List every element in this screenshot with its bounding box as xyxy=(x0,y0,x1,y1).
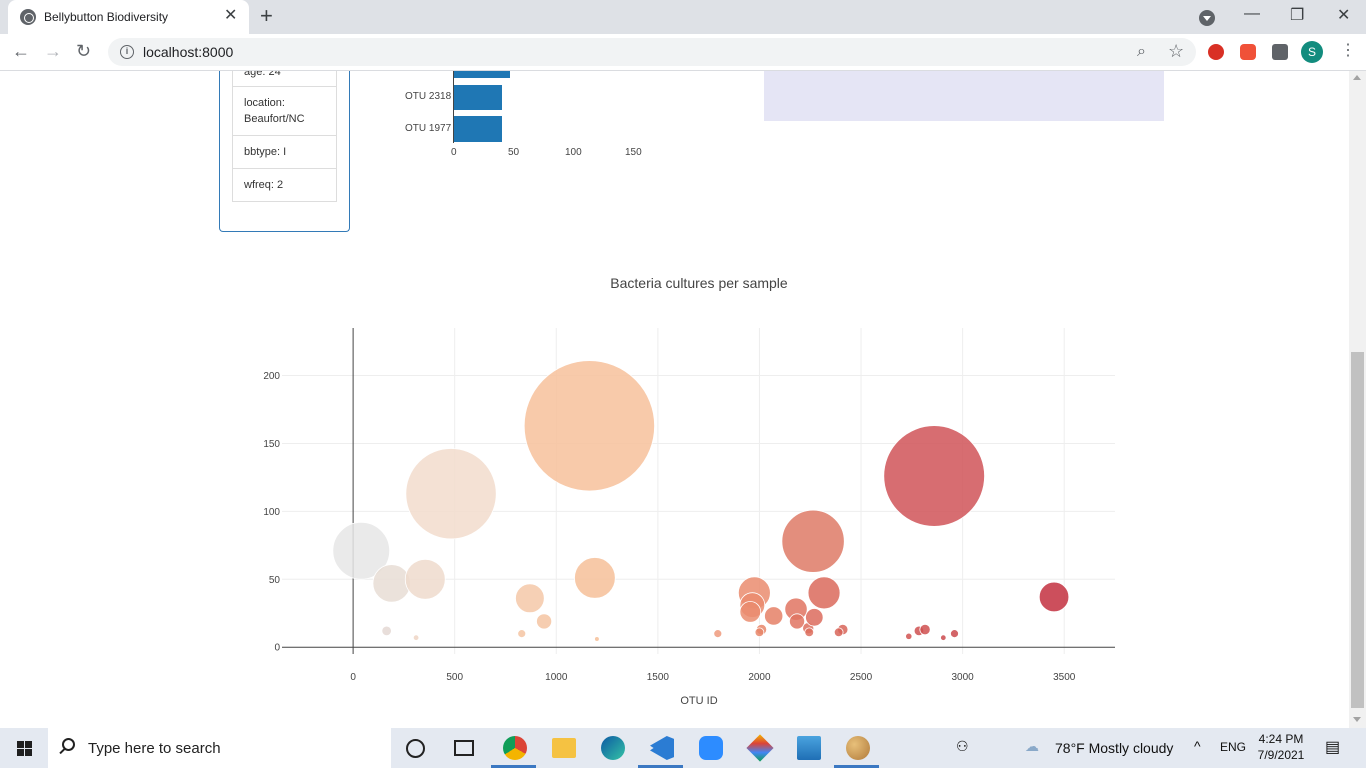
language-indicator[interactable]: ENG xyxy=(1220,740,1246,754)
y-tick-label: 100 xyxy=(263,507,280,518)
bubble-marker[interactable] xyxy=(805,608,824,627)
tab-search-icon[interactable] xyxy=(1199,10,1215,26)
address-bar[interactable]: i localhost:8000 ⌕ ☆ xyxy=(108,38,1196,66)
bubble-marker[interactable] xyxy=(804,627,815,638)
file-explorer-icon[interactable] xyxy=(552,738,576,758)
bubble-marker[interactable] xyxy=(940,634,947,641)
extensions-puzzle-icon[interactable] xyxy=(1272,44,1288,60)
x-tick-label: 3500 xyxy=(1053,672,1076,683)
weather-text[interactable]: 78°F Mostly cloudy xyxy=(1055,740,1173,756)
back-button[interactable]: ← xyxy=(12,39,30,63)
bubble-marker[interactable] xyxy=(515,583,545,614)
bubble-marker[interactable] xyxy=(739,601,762,623)
paint-icon[interactable] xyxy=(846,736,870,760)
notification-icon[interactable]: ▤ xyxy=(1325,737,1340,757)
x-tick-label: 500 xyxy=(446,672,463,683)
bubble-x-axis-title: OTU ID xyxy=(680,695,718,707)
vscode-icon[interactable] xyxy=(650,736,674,760)
menu-icon[interactable]: ⋮ xyxy=(1340,40,1356,60)
y-tick-label: 0 xyxy=(274,643,280,654)
bubble-marker[interactable] xyxy=(405,448,497,540)
close-window-button[interactable]: ✕ xyxy=(1337,5,1350,25)
task-view-icon[interactable] xyxy=(454,740,474,756)
scroll-up-arrow-icon[interactable] xyxy=(1353,75,1361,80)
chrome-taskbar-icon[interactable] xyxy=(503,736,527,760)
bubble-marker[interactable] xyxy=(523,360,655,492)
tab-title: Bellybutton Biodiversity xyxy=(44,10,169,24)
bubble-marker[interactable] xyxy=(1038,581,1070,613)
info-icon[interactable]: i xyxy=(120,45,134,59)
taskbar-search-placeholder: Type here to search xyxy=(88,740,221,757)
bubble-marker[interactable] xyxy=(833,627,844,638)
bubble-marker[interactable] xyxy=(883,425,985,527)
bubble-marker[interactable] xyxy=(781,509,845,573)
clock-time: 4:24 PM xyxy=(1258,732,1304,746)
x-tick-label: 1000 xyxy=(545,672,568,683)
bubble-marker[interactable] xyxy=(754,627,765,638)
bubble-marker[interactable] xyxy=(412,634,420,641)
tab-strip: Bellybutton Biodiversity ✕ + — ❐ ✕ xyxy=(0,0,1366,34)
windows-start-icon[interactable] xyxy=(17,741,32,756)
bubble-marker[interactable] xyxy=(919,623,931,636)
bubble-marker[interactable] xyxy=(536,613,553,630)
scroll-thumb[interactable] xyxy=(1351,352,1364,708)
bubble-marker[interactable] xyxy=(574,557,616,599)
restore-button[interactable]: ❐ xyxy=(1290,5,1304,25)
bubble-marker[interactable] xyxy=(807,576,841,610)
browser-tab[interactable]: Bellybutton Biodiversity ✕ xyxy=(8,0,249,34)
forward-button[interactable]: → xyxy=(44,39,62,63)
x-tick-label: 1500 xyxy=(647,672,670,683)
zoom-icon[interactable]: ⌕ xyxy=(1137,43,1146,61)
bubble-marker[interactable] xyxy=(404,558,446,600)
app-diamond-icon[interactable] xyxy=(746,734,774,762)
windows-taskbar: Type here to search ⚇ ☁ 78°F Mostly clou… xyxy=(0,728,1366,768)
close-tab-icon[interactable]: ✕ xyxy=(224,7,237,25)
zoom-app-icon[interactable] xyxy=(699,736,723,760)
bubble-marker[interactable] xyxy=(950,629,959,639)
photos-icon[interactable] xyxy=(797,736,821,760)
x-tick-label: 2500 xyxy=(850,672,873,683)
bookmark-star-icon[interactable]: ☆ xyxy=(1168,41,1184,62)
search-icon xyxy=(62,738,75,751)
bubble-marker[interactable] xyxy=(905,632,913,640)
cloud-weather-icon[interactable]: ☁ xyxy=(1025,738,1039,755)
bubble-marker[interactable] xyxy=(789,613,806,630)
reload-button[interactable]: ↻ xyxy=(76,39,91,63)
minimize-button[interactable]: — xyxy=(1244,5,1260,23)
page-viewport: age: 24 location: Beaufort/NC bbtype: I … xyxy=(0,71,1366,728)
bubble-marker[interactable] xyxy=(381,625,392,637)
adblock-extension-icon[interactable] xyxy=(1208,44,1224,60)
taskbar-search-box[interactable]: Type here to search xyxy=(48,728,391,768)
bubble-marker[interactable] xyxy=(372,564,411,603)
url-text[interactable]: localhost:8000 xyxy=(143,44,233,60)
bubble-marker[interactable] xyxy=(764,606,784,626)
bubble-marker[interactable] xyxy=(713,629,723,639)
taskbar-clock[interactable]: 4:24 PM 7/9/2021 xyxy=(1252,731,1310,763)
cortana-icon[interactable] xyxy=(406,739,425,758)
bubble-marker[interactable] xyxy=(594,636,600,642)
people-icon[interactable]: ⚇ xyxy=(956,738,969,755)
swift-extension-icon[interactable] xyxy=(1240,44,1256,60)
bubble-marker[interactable] xyxy=(517,629,527,639)
new-tab-button[interactable]: + xyxy=(260,4,273,28)
y-tick-label: 50 xyxy=(269,575,281,586)
y-tick-label: 150 xyxy=(263,439,280,450)
tray-chevron-up-icon[interactable]: ^ xyxy=(1194,738,1201,754)
y-tick-label: 200 xyxy=(263,371,280,382)
edge-icon[interactable] xyxy=(601,736,625,760)
scroll-down-arrow-icon[interactable] xyxy=(1353,717,1361,722)
x-tick-label: 0 xyxy=(350,672,356,683)
page-scrollbar[interactable] xyxy=(1349,71,1366,728)
x-tick-label: 3000 xyxy=(951,672,974,683)
globe-icon xyxy=(20,9,36,25)
bubble-chart: 0 500 1000 1500 2000 2500 3000 3500 0 50 100 150 200 xyxy=(263,328,1115,683)
browser-toolbar: ← → ↻ i localhost:8000 ⌕ ☆ S ⋮ xyxy=(0,34,1366,71)
x-tick-label: 2000 xyxy=(748,672,771,683)
profile-avatar[interactable]: S xyxy=(1301,41,1323,63)
clock-date: 7/9/2021 xyxy=(1257,748,1305,762)
